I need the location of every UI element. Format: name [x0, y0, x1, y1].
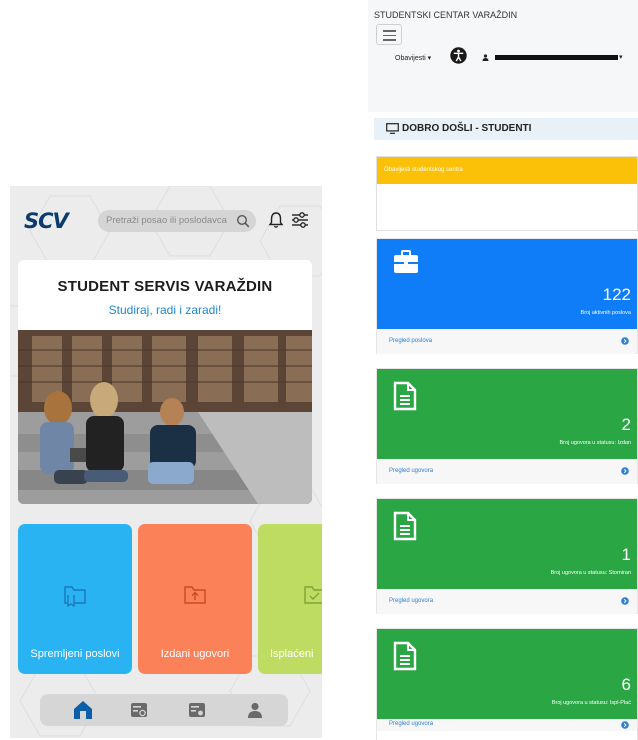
issued-contracts-tile[interactable]: Izdani ugovori — [138, 524, 252, 674]
card-body: 6 Broj ugovora u statusu: Ispl-Plać — [377, 629, 637, 719]
card-value: 122 — [602, 285, 631, 304]
card-caption: Broj aktivnih poslova — [580, 310, 631, 316]
notice-header: Obavijesti studentskog centra — [377, 157, 637, 184]
home-icon[interactable] — [72, 700, 94, 720]
search-input[interactable]: Pretraži posao ili poslodavca — [98, 210, 256, 232]
card-footer[interactable]: Pregled poslova — [377, 329, 637, 354]
bottom-navigation — [40, 694, 288, 726]
document-icon — [393, 641, 417, 671]
paid-contracts-card: 6 Broj ugovora u statusu: Ispl-Plać Preg… — [376, 628, 638, 740]
scv-logo: SCV — [24, 209, 69, 233]
welcome-heading: DOBRO DOŠLI - STUDENTI — [402, 123, 532, 134]
hero-title: STUDENT SERVIS VARAŽDIN — [57, 278, 273, 295]
card-value: 2 — [621, 415, 631, 434]
tile-label-issued-contracts: Izdani ugovori — [160, 648, 230, 660]
contract-settings-icon[interactable] — [188, 701, 206, 719]
notice-panel: Obavijesti studentskog centra — [376, 156, 638, 231]
filter-sliders-icon[interactable] — [291, 211, 309, 229]
arrow-circle-right-icon[interactable] — [621, 467, 629, 475]
notifications-label: Obavijesti — [395, 55, 426, 62]
mobile-app-screen: SCV Pretraži posao ili poslodavca STUDEN… — [10, 186, 322, 738]
user-icon — [482, 54, 489, 61]
arrow-circle-right-icon[interactable] — [621, 721, 629, 729]
folder-check-icon — [304, 586, 322, 604]
document-icon — [393, 511, 417, 541]
paid-tile[interactable]: Isplaćeni — [258, 524, 322, 674]
card-body: 122 Broj aktivnih poslova — [377, 239, 637, 329]
arrow-circle-right-icon[interactable] — [621, 337, 629, 345]
search-placeholder: Pretraži posao ili poslodavca — [106, 215, 227, 226]
notifications-dropdown[interactable]: Obavijesti ▾ — [395, 54, 431, 62]
saved-jobs-tile[interactable]: Spremljeni poslovi — [18, 524, 132, 674]
folder-bookmark-icon — [64, 586, 86, 608]
view-jobs-link[interactable]: Pregled poslova — [389, 338, 432, 344]
view-contracts-link[interactable]: Pregled ugovora — [389, 468, 433, 474]
accessibility-icon[interactable] — [450, 47, 467, 64]
hero-banner: STUDENT SERVIS VARAŽDIN Studiraj, radi i… — [18, 260, 312, 504]
view-contracts-link[interactable]: Pregled ugovora — [389, 598, 433, 604]
folder-upload-icon — [184, 586, 206, 604]
card-value: 6 — [621, 675, 631, 694]
card-caption: Broj ugovora u statusu: Izdan — [559, 440, 631, 446]
card-body: 2 Broj ugovora u statusu: Izdan — [377, 369, 637, 459]
cancelled-contracts-card: 1 Broj ugovora u statusu: Storniran Preg… — [376, 498, 638, 614]
bell-icon[interactable] — [268, 211, 284, 229]
view-contracts-link[interactable]: Pregled ugovora — [389, 721, 433, 727]
card-caption: Broj ugovora u statusu: Storniran — [550, 570, 631, 576]
monitor-icon — [386, 123, 399, 134]
notice-title: Obavijesti studentskog centra — [384, 167, 463, 173]
portal-header: STUDENTSKI CENTAR VARAŽDIN Obavijesti ▾ … — [368, 0, 638, 112]
card-footer[interactable]: Pregled ugovora — [377, 589, 637, 614]
tile-label-saved-jobs: Spremljeni poslovi — [30, 648, 120, 660]
card-body: 1 Broj ugovora u statusu: Storniran — [377, 499, 637, 589]
site-title[interactable]: STUDENTSKI CENTAR VARAŽDIN — [374, 10, 517, 20]
menu-toggle-button[interactable] — [376, 24, 402, 45]
card-value: 1 — [621, 545, 631, 564]
app-top-bar: SCV Pretraži posao ili poslodavca — [10, 204, 322, 238]
chevron-down-icon[interactable]: ▾ — [619, 53, 623, 61]
card-footer[interactable]: Pregled ugovora — [377, 719, 637, 731]
profile-icon[interactable] — [246, 701, 264, 719]
card-footer[interactable]: Pregled ugovora — [377, 459, 637, 484]
briefcase-icon — [394, 250, 418, 273]
tile-label-paid: Isplaćeni — [270, 648, 314, 660]
document-icon — [393, 381, 417, 411]
active-jobs-card: 122 Broj aktivnih poslova Pregled poslov… — [376, 238, 638, 354]
job-search-icon[interactable] — [130, 701, 148, 719]
issued-contracts-card: 2 Broj ugovora u statusu: Izdan Pregled … — [376, 368, 638, 484]
web-portal-screen: STUDENTSKI CENTAR VARAŽDIN Obavijesti ▾ … — [368, 0, 638, 740]
search-icon[interactable] — [236, 214, 250, 228]
arrow-circle-right-icon[interactable] — [621, 597, 629, 605]
card-caption: Broj ugovora u statusu: Ispl-Plać — [551, 700, 631, 706]
students-photo — [18, 330, 312, 504]
redacted-username[interactable] — [495, 55, 618, 60]
hero-subtitle: Studiraj, radi i zaradi! — [108, 303, 222, 317]
welcome-bar: DOBRO DOŠLI - STUDENTI — [374, 118, 638, 140]
